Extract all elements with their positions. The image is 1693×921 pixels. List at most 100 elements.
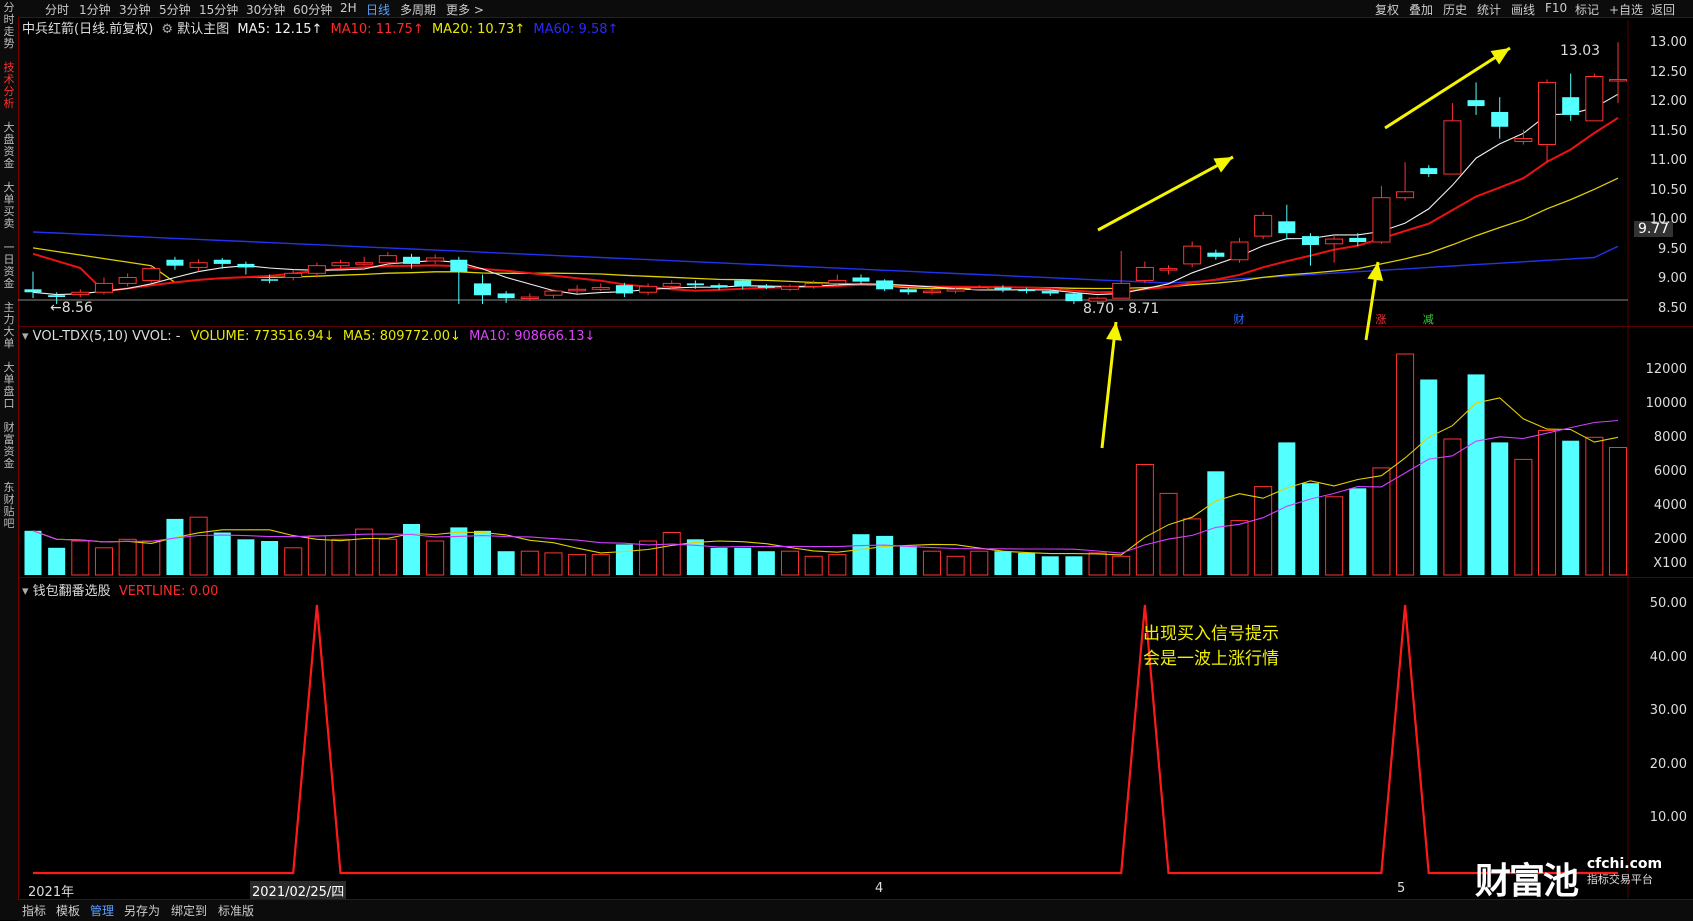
candle-body (1491, 111, 1509, 127)
volume-bar (71, 540, 90, 576)
candle-body (1183, 245, 1202, 265)
candle-body (1372, 197, 1391, 243)
chart-canvas[interactable] (0, 0, 1693, 920)
candle-body (1562, 97, 1580, 115)
volume-tick-label: 4000 (1653, 498, 1687, 513)
volume-bar (852, 534, 870, 575)
candle-body (639, 285, 658, 293)
volume-bar (1491, 442, 1509, 575)
price-tick-label: 13.00 (1649, 35, 1687, 50)
candle-body (994, 287, 1012, 290)
price-tick-label: 11.00 (1649, 153, 1687, 169)
indicator-toolbar: 指标 模板 管理 另存为 绑定到 标准版 (18, 899, 1693, 921)
volume-bar (378, 538, 397, 576)
candle-body (426, 257, 445, 262)
bottom-tab-1[interactable]: 模板 (56, 902, 80, 919)
volume-bar (757, 551, 775, 575)
candle-body (189, 262, 208, 268)
candle-body (1041, 291, 1059, 294)
bottom-tab-5[interactable]: 标准版 (218, 902, 254, 919)
volume-tick-label: 10000 (1645, 396, 1687, 411)
volume-bar (48, 547, 66, 575)
candle-body (497, 293, 515, 299)
volume-bar (568, 554, 587, 576)
price-tick-label: 9.50 (1658, 241, 1687, 257)
price-tick-label: 10.50 (1649, 182, 1687, 198)
volume-bar (355, 528, 374, 576)
candle-body (615, 285, 633, 294)
candle-body (686, 283, 704, 286)
volume-bar (994, 551, 1012, 575)
candle-body (1159, 268, 1178, 271)
event-badge[interactable]: 财 (1233, 311, 1244, 327)
candle-body (780, 285, 800, 290)
volume-bar (1443, 438, 1462, 576)
candle-body (876, 280, 894, 290)
candle-body (899, 289, 917, 293)
candle-body (1467, 100, 1485, 107)
volume-bar (520, 550, 539, 576)
volume-bar (426, 540, 445, 576)
price-tick-label: 10.00 (1649, 212, 1687, 228)
candle-body (94, 282, 113, 293)
candle-body (24, 289, 42, 293)
price-tick-label: 9.00 (1658, 271, 1687, 287)
candle-body (946, 288, 965, 292)
bottom-tab-2[interactable]: 管理 (90, 902, 114, 919)
volume-bar (307, 535, 326, 576)
candle-body (71, 291, 90, 296)
signal-tick-label: 30.00 (1649, 703, 1687, 719)
watermark: 财富池 cfchi.com 指标交易平台 (1475, 852, 1662, 904)
volume-bar (1585, 436, 1604, 576)
candle-body (922, 290, 941, 294)
volume-bar (780, 550, 800, 576)
signal-annotation: 出现买入信号提示 会是一波上涨行情 (1143, 622, 1279, 672)
volume-tick-label: 8000 (1653, 430, 1687, 445)
candle-body (544, 290, 563, 296)
candle-body (450, 259, 468, 272)
event-badge[interactable]: 减 (1423, 311, 1434, 327)
candle-body (1254, 214, 1273, 237)
volume-bar (1562, 440, 1580, 575)
watermark-slogan: 指标交易平台 (1586, 873, 1653, 886)
candle-body (852, 277, 870, 282)
price-tick-label: 12.00 (1649, 94, 1687, 110)
signal-tick-label: 50.00 (1649, 596, 1687, 611)
volume-unit-label: X100 (1653, 556, 1687, 571)
candle-body (1278, 221, 1296, 234)
vertline-signal (33, 604, 1618, 875)
candle-body (1443, 120, 1462, 175)
volume-bar (970, 550, 989, 576)
bottom-tab-4[interactable]: 绑定到 (171, 902, 207, 919)
x-axis-label: 2021年 (28, 885, 75, 900)
volume-bar (118, 538, 137, 576)
candle-body (1608, 78, 1628, 82)
bottom-tab-0[interactable]: 指标 (22, 902, 46, 919)
low-price-label: ←8.56 (50, 300, 93, 316)
candle-body (1538, 81, 1557, 145)
volume-bar (497, 551, 515, 575)
candle-body (970, 287, 989, 290)
volume-bar (1135, 464, 1154, 576)
candle-body (402, 256, 421, 264)
volume-bar (1396, 353, 1415, 576)
volume-bar (331, 538, 350, 576)
volume-bar (1065, 556, 1083, 575)
volume-bar (804, 555, 823, 576)
price-tick-label: 8.50 (1658, 301, 1687, 316)
volume-bar (1159, 492, 1178, 576)
candle-body (1396, 191, 1415, 199)
volume-bar (1420, 379, 1438, 575)
volume-bar (662, 532, 681, 576)
volume-bar (1608, 447, 1628, 576)
volume-bar (828, 554, 847, 576)
volume-bar (1207, 471, 1225, 575)
signal-tick-label: 40.00 (1649, 649, 1687, 665)
volume-bar (142, 540, 161, 576)
volume-bar (1254, 486, 1273, 576)
event-badge[interactable]: 涨 (1375, 311, 1386, 327)
bottom-tab-3[interactable]: 另存为 (124, 902, 160, 919)
candle-body (1514, 138, 1533, 143)
candle-body (1112, 282, 1131, 299)
candle-body (1065, 293, 1083, 302)
